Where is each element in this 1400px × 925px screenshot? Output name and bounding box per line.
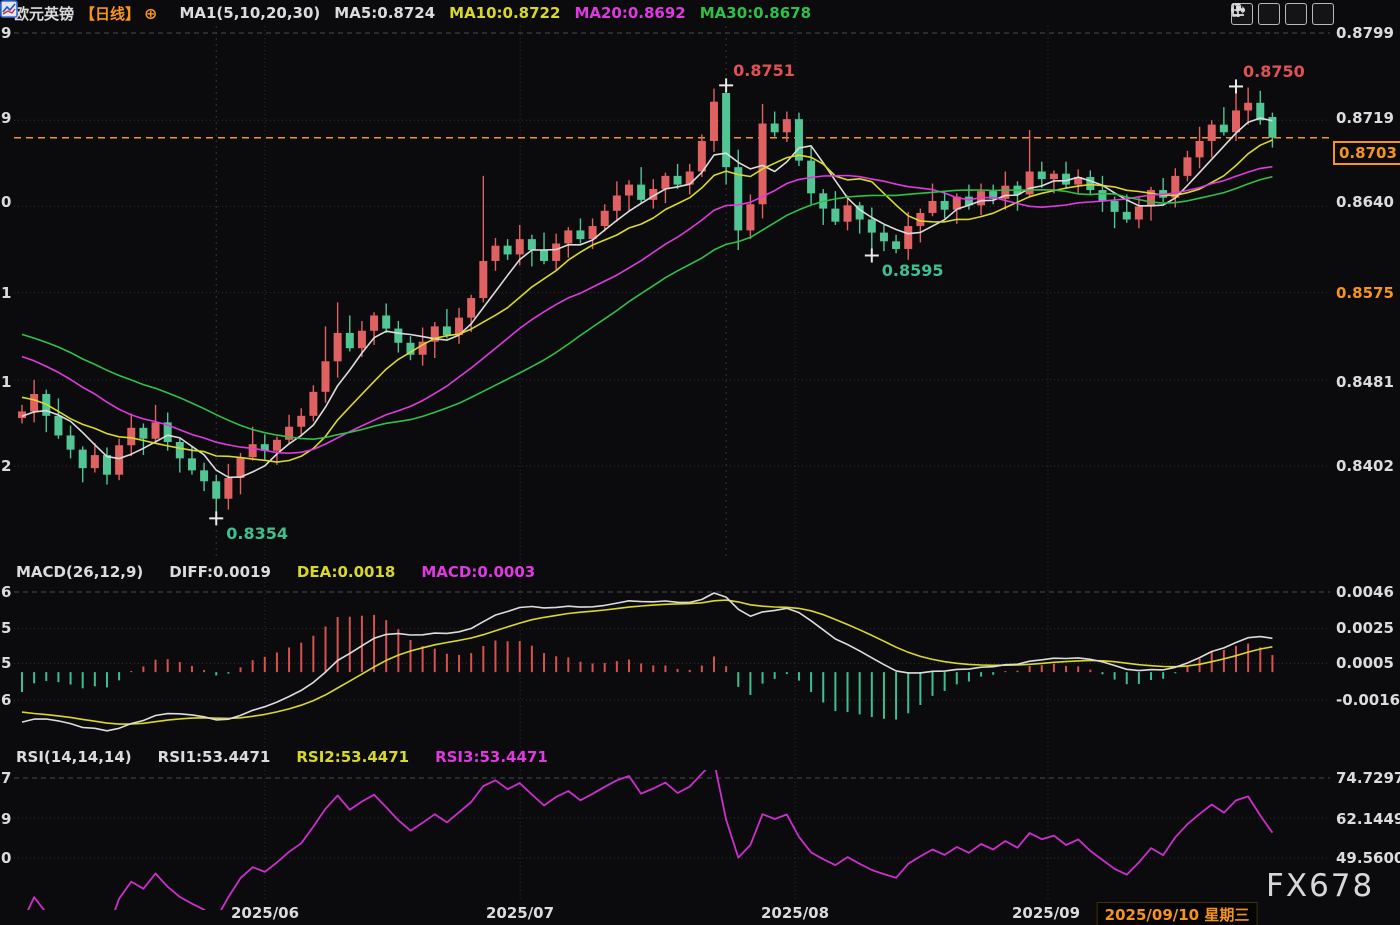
x-tick-month: 2025/07 <box>486 905 554 922</box>
rsi3-value: RSI3:53.4471 <box>435 749 548 766</box>
diff-value: DIFF:0.0019 <box>169 564 271 581</box>
price-left-digit: 1 <box>1 285 15 302</box>
price-left-digit: 9 <box>1 25 15 42</box>
low-annotation: 0.8354 <box>226 524 288 543</box>
add-indicator-icon[interactable]: ⊕ <box>144 4 157 23</box>
toolbar <box>1231 3 1334 25</box>
high-annotation: 0.8751 <box>733 61 795 80</box>
ma5-value: MA5:0.8724 <box>334 4 435 22</box>
dea-value: DEA:0.0018 <box>297 564 395 581</box>
rsi-tick-label: 62.1449 <box>1336 811 1400 828</box>
x-tick-month: 2025/08 <box>761 905 829 922</box>
price-tick-label: 0.8640 <box>1336 194 1394 211</box>
price-left-digit: 9 <box>1 110 15 127</box>
exit-icon[interactable] <box>1312 3 1334 25</box>
rsi-tick-label: 49.5600 <box>1336 850 1400 867</box>
macd-pane <box>22 593 1272 731</box>
ma30-value: MA30:0.8678 <box>700 4 811 22</box>
macd-value: MACD:0.0003 <box>421 564 535 581</box>
rsi1-value: RSI1:53.4471 <box>158 749 271 766</box>
axis-marker-icon[interactable] <box>1258 3 1280 25</box>
axis-play-icon[interactable] <box>1285 3 1307 25</box>
macd-left-digit: 5 <box>1 620 15 637</box>
price-left-digit: 0 <box>1 194 15 211</box>
price-tick-label: 0.8481 <box>1336 374 1394 391</box>
price-tick-label: 0.8719 <box>1336 110 1394 127</box>
ma-group-label: MA1(5,10,20,30) <box>179 4 320 22</box>
ma10-value: MA10:0.8722 <box>449 4 560 22</box>
macd-legend: MACD(26,12,9) DIFF:0.0019 DEA:0.0018 MAC… <box>16 564 535 581</box>
macd-tick-label: 0.0046 <box>1336 584 1394 601</box>
period-selector[interactable]: 【日线】 <box>80 3 140 24</box>
ma20-value: MA20:0.8692 <box>574 4 685 22</box>
rsi-tick-label: 74.7297 <box>1336 770 1400 787</box>
chart-app: 欧元英镑 【日线】 ⊕ MA1(5,10,20,30) MA5:0.8724 M… <box>0 0 1400 925</box>
current-price-badge: 0.8703 <box>1333 141 1400 165</box>
macd-title: MACD(26,12,9) <box>16 564 143 581</box>
high-annotation: 0.8750 <box>1243 62 1305 81</box>
macd-left-digit: 5 <box>1 655 15 672</box>
price-pane <box>14 85 1330 518</box>
rsi-legend: RSI(14,14,14) RSI1:53.4471 RSI2:53.4471 … <box>16 749 548 766</box>
rsi-left-digit: 7 <box>1 770 15 787</box>
current-date-badge: 2025/09/10 星期三 <box>1097 902 1258 925</box>
rsi-left-digit: 0 <box>1 850 15 867</box>
macd-tick-label: -0.0016 <box>1336 692 1400 709</box>
price-left-digit: 1 <box>1 374 15 391</box>
rsi2-value: RSI2:53.4471 <box>296 749 409 766</box>
low-annotation: 0.8595 <box>882 261 944 280</box>
symbol-title: 欧元英镑 <box>14 3 74 24</box>
x-tick-month: 2025/09 <box>1012 905 1080 922</box>
price-left-digit: 2 <box>1 458 15 475</box>
price-tick-label: 0.8799 <box>1336 25 1394 42</box>
macd-left-digit: 6 <box>1 584 15 601</box>
price-tick-label: 0.8402 <box>1336 458 1394 475</box>
watermark: FX678 <box>1266 868 1374 904</box>
price-tick-label-accent: 0.8575 <box>1336 285 1394 302</box>
rsi-title: RSI(14,14,14) <box>16 749 132 766</box>
macd-tick-label: 0.0005 <box>1336 655 1394 672</box>
macd-tick-label: 0.0025 <box>1336 620 1394 637</box>
x-tick-month: 2025/06 <box>231 905 299 922</box>
rsi-left-digit: 9 <box>1 811 15 828</box>
macd-left-digit: 6 <box>1 692 15 709</box>
rsi-pane <box>22 761 1272 925</box>
header-bar: 欧元英镑 【日线】 ⊕ MA1(5,10,20,30) MA5:0.8724 M… <box>0 0 1400 26</box>
chart-canvas[interactable] <box>0 0 1400 925</box>
